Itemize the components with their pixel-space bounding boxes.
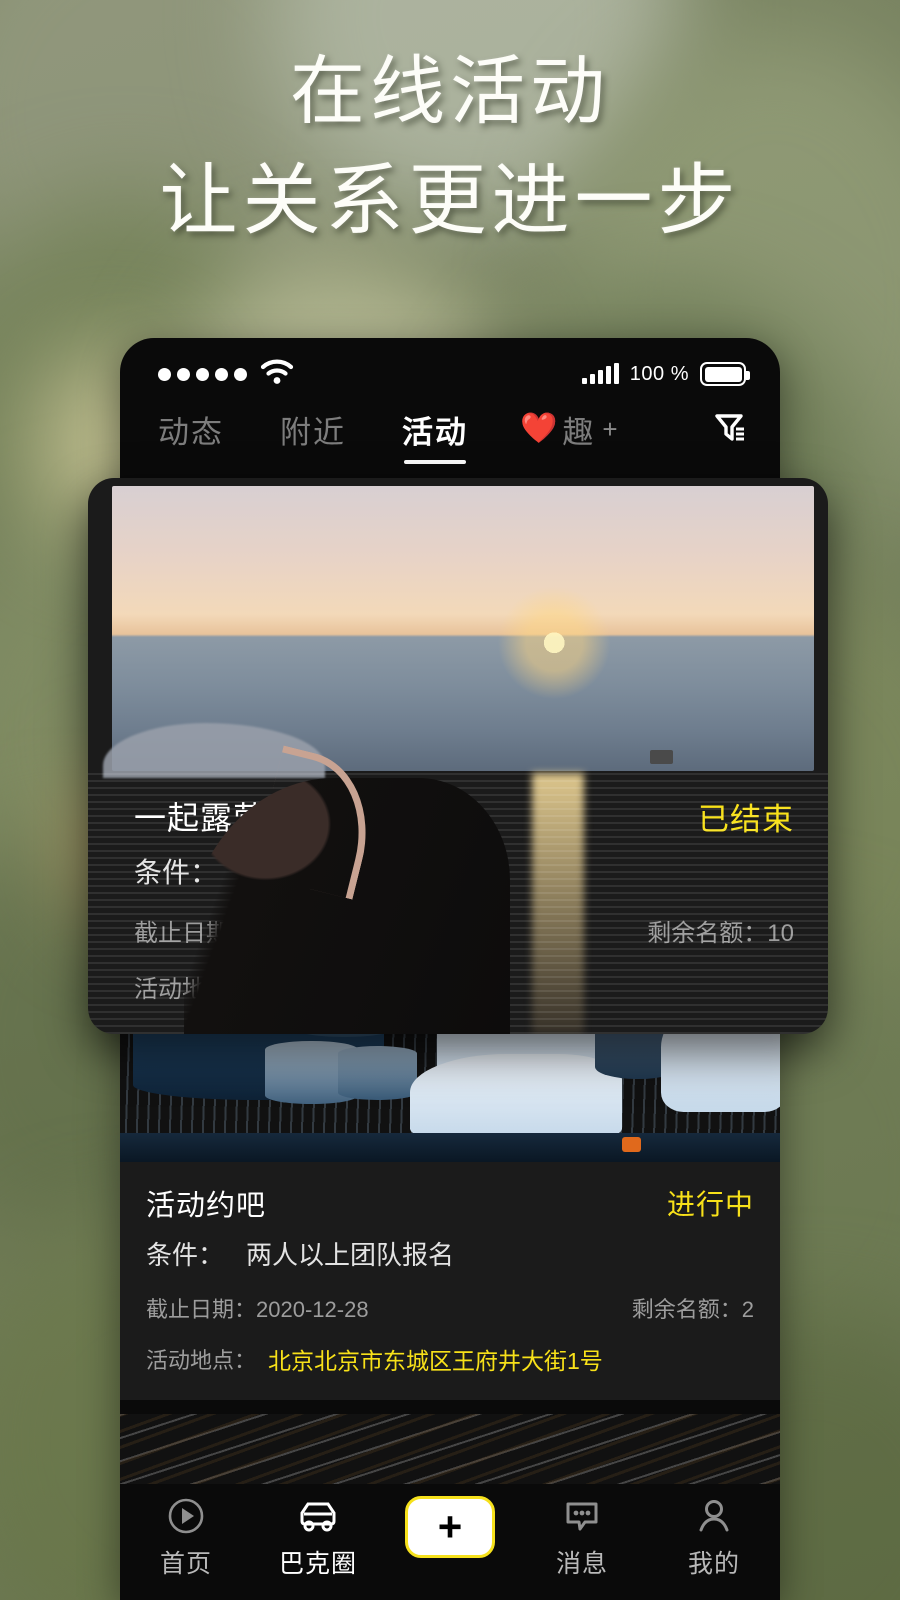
top-tab-bar: 动态 附近 活动 ❤️ 趣 + [120,394,780,466]
headline-line-1: 在线活动 [289,49,610,133]
battery-full-icon [700,362,750,386]
activity-title: 活动约吧 [146,1190,267,1222]
condition-label: 条件： [146,1240,225,1270]
status-bar-right: 100 % [581,362,750,386]
condition-value: 两人以上团队报名 [246,1240,455,1270]
tab-qu-plus: + [602,413,620,444]
status-bar-left [158,359,294,390]
wifi-icon [260,359,294,390]
activity-meta-row: 截止日期：2020-12-28 剩余名额：2 [146,1292,754,1324]
activity-condition-row: 条件： 两人以上团队报名 [146,1235,754,1272]
heart-icon: ❤️ [520,412,560,445]
nav-item-bakequan[interactable]: 巴克圈 [258,1494,378,1580]
activity-card-header: 活动约吧 进行中 [146,1182,754,1224]
deadline-group: 截止日期：2020-12-28 [146,1292,369,1324]
tab-qu[interactable]: ❤️ 趣 + [520,407,620,464]
tab-fujin[interactable]: 附近 [280,407,346,464]
nav-item-bakequan-label: 巴克圈 [278,1550,357,1578]
location-value[interactable]: 北京北京市东城区王府井大街1号 [268,1342,603,1376]
person-icon [693,1494,735,1538]
plus-icon: + [437,1503,463,1550]
nav-item-home[interactable]: 首页 [126,1494,246,1580]
add-button[interactable]: + [405,1496,495,1558]
filter-funnel-icon[interactable] [708,407,750,464]
bottom-navigation-bar: 首页 巴克圈 + 消息 我的 [120,1484,780,1600]
chat-bubble-icon [560,1494,604,1538]
nav-item-profile-label: 我的 [687,1550,740,1578]
nav-item-messages[interactable]: 消息 [522,1494,642,1580]
location-label: 活动地点： [146,1348,257,1373]
remaining-label: 剩余名额： [631,1297,742,1322]
tab-huodong[interactable]: 活动 [402,407,468,464]
nav-item-add[interactable]: + [390,1494,510,1558]
remaining-value: 2 [741,1297,754,1322]
tab-qu-label: 趣 [562,414,596,450]
nav-item-home-label: 首页 [159,1550,212,1578]
tab-dongtai[interactable]: 动态 [158,407,224,464]
remaining-group: 剩余名额：2 [632,1292,754,1324]
activity-card-body: 活动约吧 进行中 条件： 两人以上团队报名 截止日期：2020-12-28 剩余… [120,1162,780,1400]
car-icon [294,1494,342,1538]
nav-item-messages-label: 消息 [555,1550,608,1578]
activity-card-image[interactable] [88,486,828,1034]
play-circle-icon [165,1494,207,1538]
tab-huodong-label: 活动 [402,414,468,450]
activity-card-featured[interactable]: 一起露营 ⛺ 已结束 条件： 男女生各5人 截止日期：2020-11-18 剩余… [88,478,828,1034]
nav-item-profile[interactable]: 我的 [654,1494,774,1580]
promo-headline: 在线活动 让关系更进一步 [0,38,900,255]
activity-location-row: 活动地点： 北京北京市东城区王府井大街1号 [146,1342,754,1376]
deadline-label: 截止日期： [146,1297,257,1322]
status-badge: 进行中 [666,1189,754,1220]
carrier-dots-icon [158,367,247,381]
status-bar: 100 % [120,338,780,394]
headline-line-2: 让关系更进一步 [159,155,741,244]
deadline-value: 2020-12-28 [256,1297,369,1322]
signal-bars-icon [581,363,619,384]
active-tab-underline [404,459,466,464]
battery-percent-label: 100 % [629,362,689,385]
